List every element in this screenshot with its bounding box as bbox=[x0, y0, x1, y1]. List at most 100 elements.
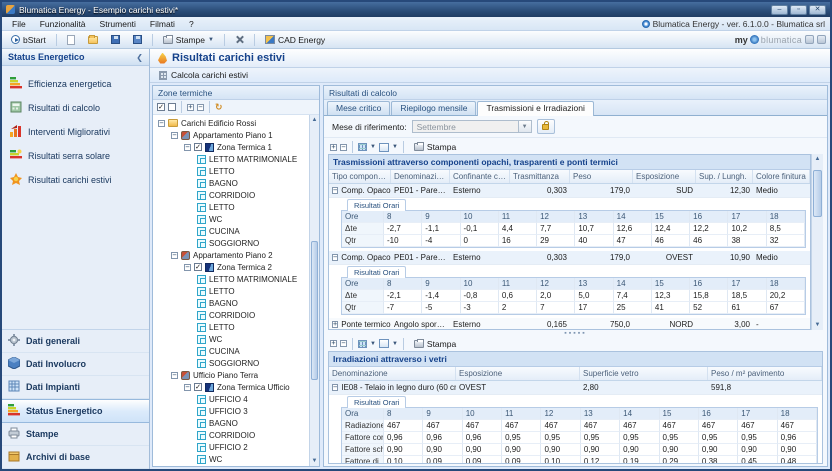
tree-item-letto-matrimoniale[interactable]: LETTO MATRIMONIALE bbox=[156, 153, 309, 165]
tree-item-appartamento-piano-2[interactable]: −Appartamento Piano 2 bbox=[156, 249, 309, 261]
panel-splitter[interactable]: ▪▪▪▪▪ bbox=[328, 330, 823, 337]
refresh-icon[interactable]: ↻ bbox=[215, 103, 223, 112]
grid1-scrollbar[interactable]: ▲ ▼ bbox=[811, 154, 823, 330]
close-button[interactable]: ✕ bbox=[809, 5, 826, 15]
lock-button[interactable] bbox=[537, 119, 555, 134]
tree-item-zona-termica-ufficio[interactable]: −✓Zona Termica Ufficio bbox=[156, 381, 309, 393]
tree-item-ufficio-4[interactable]: UFFICIO 4 bbox=[156, 393, 309, 405]
column-header[interactable]: Denominazione bbox=[391, 170, 450, 183]
tree-item-corridoio[interactable]: CORRIDOIO bbox=[156, 309, 309, 321]
tab-mese-critico[interactable]: Mese critico bbox=[327, 101, 390, 115]
tree-expander-icon[interactable]: − bbox=[158, 120, 165, 127]
tree-item-cucina[interactable]: CUCINA bbox=[156, 225, 309, 237]
maximize-button[interactable]: ▫ bbox=[790, 5, 807, 15]
tab-risultati-orari[interactable]: Risultati Orari bbox=[347, 396, 406, 408]
collapse-sidebar-icon[interactable]: ❮ bbox=[136, 53, 143, 62]
tree-item-bagno[interactable]: BAGNO bbox=[156, 297, 309, 309]
tree-expander-icon[interactable]: − bbox=[171, 252, 178, 259]
stampa-button-grid2[interactable]: Stampa bbox=[409, 338, 461, 350]
new-file-button[interactable] bbox=[62, 34, 80, 46]
tab-trasmissioni-e-irradiazioni[interactable]: Trasmissioni e Irradiazioni bbox=[477, 101, 593, 116]
scroll-down-icon[interactable]: ▼ bbox=[812, 320, 823, 330]
user-icon[interactable] bbox=[805, 35, 814, 44]
menu-item-strumenti[interactable]: Strumenti bbox=[93, 19, 143, 29]
sidebar-item-risultati-carichi-estivi[interactable]: Risultati carichi estivi bbox=[8, 168, 149, 192]
scroll-up-icon[interactable]: ▲ bbox=[812, 154, 823, 164]
collapse-all-button[interactable]: − bbox=[197, 104, 204, 111]
menu-item-?[interactable]: ? bbox=[182, 19, 201, 29]
menu-item-filmati[interactable]: Filmati bbox=[143, 19, 182, 29]
tree-item-appartamento-piano-1[interactable]: −Appartamento Piano 1 bbox=[156, 129, 309, 141]
expand-rows-button[interactable]: + bbox=[330, 340, 337, 347]
tree-item-corridoio[interactable]: CORRIDOIO bbox=[156, 189, 309, 201]
column-header[interactable]: Trasmittanza bbox=[510, 170, 570, 183]
tree-item-ufficio-1[interactable]: UFFICIO 1 bbox=[156, 465, 309, 466]
scroll-down-icon[interactable]: ▼ bbox=[310, 456, 319, 466]
nav-item-status-energetico[interactable]: Status Energetico bbox=[2, 399, 149, 423]
sidebar-item-risultati-di-calcolo[interactable]: Risultati di calcolo bbox=[8, 96, 149, 120]
export-icon[interactable] bbox=[379, 339, 389, 348]
tree-item-ufficio-2[interactable]: UFFICIO 2 bbox=[156, 441, 309, 453]
tree-expander-icon[interactable]: − bbox=[184, 264, 191, 271]
column-header[interactable]: Esposizione bbox=[633, 170, 696, 183]
column-chooser-icon[interactable] bbox=[358, 143, 367, 151]
collapse-rows-button[interactable]: − bbox=[340, 340, 347, 347]
column-chooser-icon[interactable] bbox=[358, 340, 367, 348]
tree-item-wc[interactable]: WC bbox=[156, 333, 309, 345]
scroll-up-icon[interactable]: ▲ bbox=[310, 115, 319, 125]
cad-energy-button[interactable]: CAD Energy bbox=[260, 34, 330, 46]
table-row[interactable]: −Comp. OpacoPE01 - Parete este...Esterno… bbox=[329, 184, 810, 198]
column-header[interactable]: Superficie vetro bbox=[580, 367, 708, 380]
tab-risultati-orari[interactable]: Risultati Orari bbox=[347, 199, 406, 211]
scroll-thumb[interactable] bbox=[813, 170, 822, 217]
bstart-button[interactable]: bStart bbox=[6, 34, 51, 46]
expand-rows-button[interactable]: + bbox=[330, 144, 337, 151]
chevron-down-icon[interactable]: ▼ bbox=[370, 341, 376, 347]
column-header[interactable]: Tipo componente bbox=[329, 170, 391, 183]
stampa-button-grid1[interactable]: Stampa bbox=[409, 141, 461, 153]
chevron-down-icon[interactable]: ▼ bbox=[370, 144, 376, 150]
uncheck-all-button[interactable] bbox=[168, 103, 176, 111]
table-row[interactable]: −Comp. OpacoPE01 - Parete este...Esterno… bbox=[329, 251, 810, 265]
column-header[interactable]: Denominazione bbox=[329, 367, 456, 380]
column-header[interactable]: Peso / m² pavimento bbox=[708, 367, 822, 380]
check-all-button[interactable]: ✓ bbox=[157, 103, 165, 111]
tree-item-cucina[interactable]: CUCINA bbox=[156, 345, 309, 357]
nav-item-archivi-di-base[interactable]: Archivi di base bbox=[2, 446, 149, 469]
calcola-carichi-button[interactable]: Calcola carichi estivi bbox=[155, 70, 252, 80]
table-row[interactable]: +Ponte termicoAngolo sporgente s...Ester… bbox=[329, 318, 810, 330]
tree-item-soggiorno[interactable]: SOGGIORNO bbox=[156, 237, 309, 249]
tree-item-letto[interactable]: LETTO bbox=[156, 285, 309, 297]
nav-item-dati-involucro[interactable]: Dati Involucro bbox=[2, 353, 149, 376]
tree-item-letto[interactable]: LETTO bbox=[156, 201, 309, 213]
tree-item-ufficio-piano-terra[interactable]: −Ufficio Piano Terra bbox=[156, 369, 309, 381]
tools-button[interactable] bbox=[230, 34, 249, 45]
list-icon[interactable] bbox=[817, 35, 826, 44]
tree-expander-icon[interactable]: − bbox=[184, 144, 191, 151]
row-expander-icon[interactable]: − bbox=[332, 254, 338, 261]
save-button[interactable] bbox=[106, 34, 125, 45]
tree-item-letto-matrimoniale[interactable]: LETTO MATRIMONIALE bbox=[156, 273, 309, 285]
tree-item-ufficio-3[interactable]: UFFICIO 3 bbox=[156, 405, 309, 417]
tree-checkbox[interactable]: ✓ bbox=[194, 383, 202, 391]
menu-item-funzionalit[interactable]: Funzionalità bbox=[33, 19, 93, 29]
column-header[interactable]: Colore finitura bbox=[753, 170, 810, 183]
sidebar-item-risultati-serra-solare[interactable]: Risultati serra solare bbox=[8, 144, 149, 168]
tree-item-letto[interactable]: LETTO bbox=[156, 165, 309, 177]
row-expander-icon[interactable]: + bbox=[332, 321, 338, 328]
nav-item-dati-impianti[interactable]: Dati Impianti bbox=[2, 376, 149, 399]
column-header[interactable]: Confinante con bbox=[450, 170, 510, 183]
minimize-button[interactable]: – bbox=[771, 5, 788, 15]
sidebar-item-efficienza-energetica[interactable]: Efficienza energetica bbox=[8, 72, 149, 96]
table-row[interactable]: −IE08 - Telaio in legno duro (60 cm) e v… bbox=[329, 381, 822, 395]
menu-item-file[interactable]: File bbox=[5, 19, 33, 29]
stampe-button[interactable]: Stampe ▼ bbox=[158, 34, 219, 46]
open-button[interactable] bbox=[83, 35, 103, 45]
column-header[interactable]: Peso bbox=[570, 170, 633, 183]
chevron-down-icon[interactable]: ▼ bbox=[392, 341, 398, 347]
tab-risultati-orari[interactable]: Risultati Orari bbox=[347, 266, 406, 278]
tree-item-wc[interactable]: WC bbox=[156, 453, 309, 465]
scroll-thumb[interactable] bbox=[311, 241, 318, 380]
column-header[interactable]: Sup. / Lungh. bbox=[696, 170, 753, 183]
nav-item-stampe[interactable]: Stampe bbox=[2, 423, 149, 446]
